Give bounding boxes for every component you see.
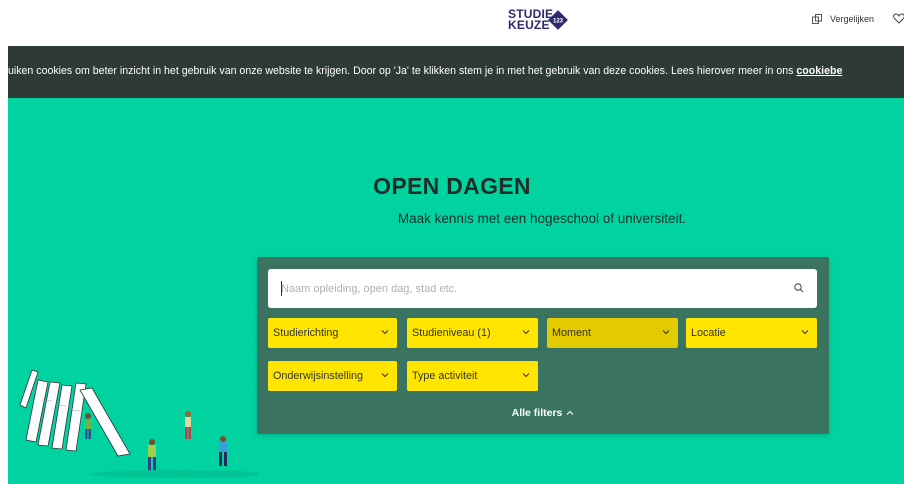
page-margin (0, 46, 8, 484)
page-title: OPEN DAGEN (373, 173, 531, 199)
filter-label: Type activiteit (412, 370, 478, 382)
filter-label: Locatie (691, 327, 726, 339)
chevron-down-icon (522, 330, 530, 335)
logo-badge-text: 123 (553, 19, 564, 25)
search-input[interactable] (268, 269, 817, 308)
student-figure-4 (219, 436, 227, 466)
filter-locatie[interactable]: Locatie (686, 318, 817, 348)
student-figure-3 (185, 411, 191, 439)
filter-label: Studierichting (273, 327, 339, 339)
chevron-down-icon (381, 330, 389, 335)
chevron-down-icon (801, 330, 809, 335)
chevron-down-icon (662, 330, 670, 335)
logo-line-2: KEUZE (508, 18, 550, 32)
chevron-down-icon (381, 373, 389, 378)
compare-link[interactable]: Vergelijken (812, 14, 874, 24)
all-filters-toggle[interactable]: Alle filters (257, 407, 829, 419)
chevron-down-icon (522, 373, 530, 378)
chevron-up-icon (567, 411, 574, 416)
filter-studierichting[interactable]: Studierichting (268, 318, 397, 348)
filter-type-activiteit[interactable]: Type activiteit (407, 361, 538, 391)
site-header: STUDIE KEUZE 123 Vergelijken (0, 0, 904, 46)
text-cursor (281, 281, 282, 296)
cookie-text: uiken cookies om beter inzicht in het ge… (8, 65, 797, 77)
cookie-policy-link[interactable]: cookiebe (796, 65, 842, 77)
student-figure-2 (148, 439, 156, 471)
compare-label: Vergelijken (830, 14, 875, 24)
logo-wordmark: STUDIE KEUZE (508, 8, 553, 32)
student-figure-1 (85, 413, 91, 439)
filter-label: Studieniveau (1) (412, 327, 491, 339)
filter-onderwijsinstelling[interactable]: Onderwijsinstelling (268, 361, 397, 391)
all-filters-label: Alle filters (511, 407, 563, 419)
cookie-message: uiken cookies om beter inzicht in het ge… (8, 65, 842, 77)
compare-icon (812, 14, 822, 24)
page-subtitle: Maak kennis met een hogeschool of univer… (397, 211, 687, 226)
logo-badge-icon: 123 (548, 10, 568, 30)
studiekeuze-logo[interactable]: STUDIE KEUZE 123 (508, 7, 580, 39)
filter-studieniveau[interactable]: Studieniveau (1) (407, 318, 538, 348)
search-panel: Studierichting Studieniveau (1) Moment L… (257, 257, 829, 434)
filter-moment[interactable]: Moment (547, 318, 678, 348)
filter-label: Moment (552, 327, 592, 339)
heart-icon[interactable] (893, 13, 904, 24)
books-illustration (19, 369, 258, 478)
book-stack (19, 369, 131, 457)
filter-label: Onderwijsinstelling (273, 370, 364, 382)
search-icon[interactable] (794, 283, 804, 293)
cookie-bar: uiken cookies om beter inzicht in het ge… (0, 46, 904, 98)
